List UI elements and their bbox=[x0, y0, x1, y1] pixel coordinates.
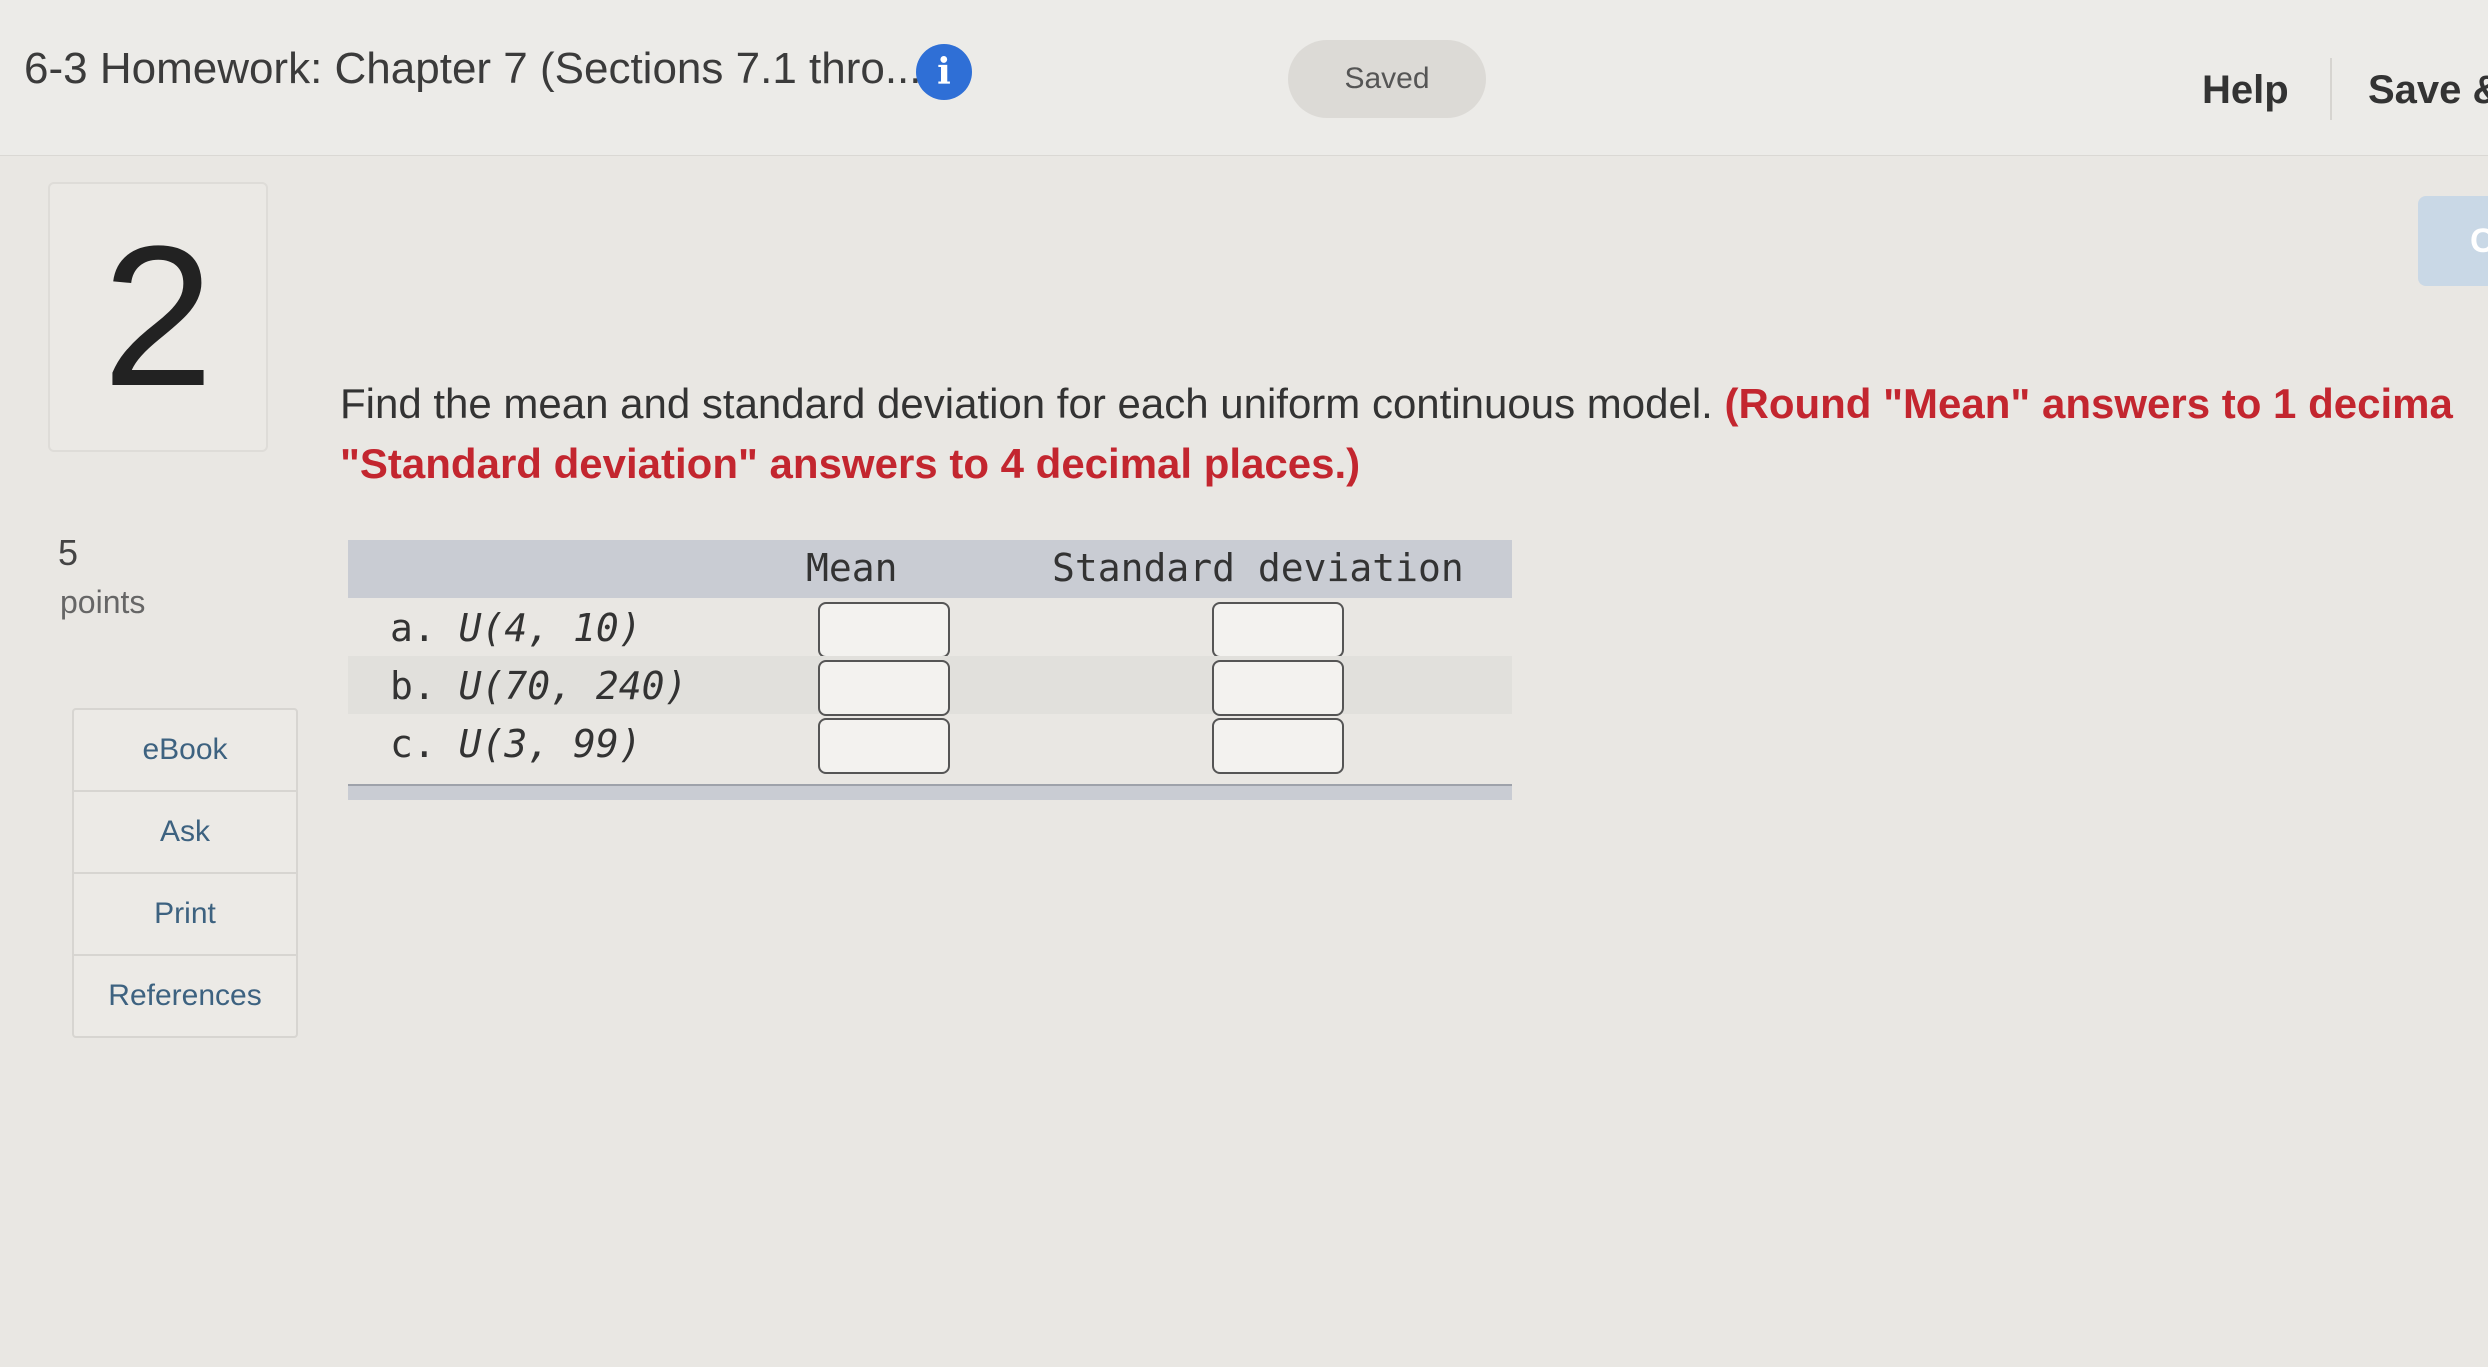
print-button[interactable]: Print bbox=[74, 874, 296, 956]
sd-answer-input[interactable] bbox=[1212, 660, 1344, 716]
references-button[interactable]: References bbox=[74, 956, 296, 1036]
help-button[interactable]: Help bbox=[2202, 68, 2289, 113]
top-bar: 6-3 Homework: Chapter 7 (Sections 7.1 th… bbox=[0, 0, 2488, 156]
table-footer-bar bbox=[348, 784, 1512, 800]
question-number: 2 bbox=[48, 182, 268, 452]
info-icon[interactable]: i bbox=[916, 44, 972, 100]
answer-table: Mean Standard deviation a. U(4, 10) b. U… bbox=[348, 540, 1512, 800]
sd-answer-input[interactable] bbox=[1212, 602, 1344, 658]
row-label: a. U(4, 10) bbox=[390, 606, 642, 650]
points-label: points bbox=[60, 584, 146, 620]
sd-answer-input[interactable] bbox=[1212, 718, 1344, 774]
table-row: a. U(4, 10) bbox=[348, 598, 1512, 658]
toolbar-divider bbox=[2330, 58, 2332, 120]
mean-answer-input[interactable] bbox=[818, 602, 950, 658]
sd-column-header: Standard deviation bbox=[1052, 546, 1464, 590]
row-label: c. U(3, 99) bbox=[390, 722, 642, 766]
table-row: b. U(70, 240) bbox=[348, 656, 1512, 716]
tools-panel: eBook Ask Print References bbox=[72, 708, 298, 1038]
check-my-work-button[interactable]: C bbox=[2418, 196, 2488, 286]
table-header: Mean Standard deviation bbox=[348, 540, 1512, 598]
assignment-title: 6-3 Homework: Chapter 7 (Sections 7.1 th… bbox=[24, 44, 922, 93]
question-prompt: Find the mean and standard deviation for… bbox=[340, 380, 1713, 427]
ask-button[interactable]: Ask bbox=[74, 792, 296, 874]
saved-status: Saved bbox=[1288, 40, 1486, 118]
save-exit-button[interactable]: Save & bbox=[2368, 68, 2488, 113]
rounding-instruction-1: (Round "Mean" answers to 1 decima bbox=[1724, 380, 2453, 427]
row-label: b. U(70, 240) bbox=[390, 664, 688, 708]
ebook-button[interactable]: eBook bbox=[74, 710, 296, 792]
mean-answer-input[interactable] bbox=[818, 718, 950, 774]
points-value: 5 bbox=[58, 532, 79, 573]
rounding-instruction-2: "Standard deviation" answers to 4 decima… bbox=[340, 440, 1361, 487]
table-row: c. U(3, 99) bbox=[348, 714, 1512, 774]
question-text: Find the mean and standard deviation for… bbox=[340, 374, 2453, 494]
mean-column-header: Mean bbox=[806, 546, 898, 590]
mean-answer-input[interactable] bbox=[818, 660, 950, 716]
